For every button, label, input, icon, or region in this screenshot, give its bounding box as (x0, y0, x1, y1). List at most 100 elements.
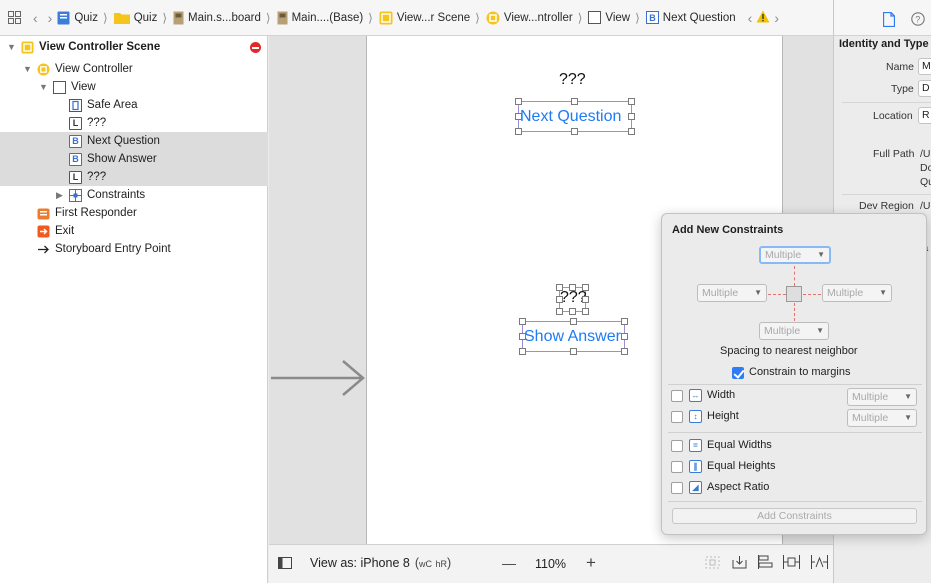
disclosure-open-icon[interactable]: ▼ (7, 42, 16, 52)
crumb-group[interactable]: Quiz (113, 11, 157, 24)
outline-item-view-controller[interactable]: ▼ View Controller (0, 60, 268, 78)
disclosure-closed-icon[interactable]: ▶ (56, 190, 63, 201)
update-frames-icon[interactable] (705, 556, 720, 569)
height-value-field[interactable]: Multiple ▼ (847, 409, 917, 427)
name-field[interactable]: M (918, 58, 931, 75)
full-path-line-2: Do (920, 162, 931, 174)
dropdown-arrow-icon[interactable]: ▼ (754, 285, 762, 301)
resize-handle[interactable] (515, 128, 522, 135)
identity-type-heading: Identity and Type (839, 38, 929, 50)
outline-item-view[interactable]: ▼ View (0, 78, 268, 96)
error-badge-icon[interactable] (250, 42, 261, 53)
question-label[interactable]: ??? (559, 71, 586, 89)
resolve-layout-issues-icon[interactable] (811, 555, 828, 569)
zoom-level[interactable]: 110% (535, 557, 566, 571)
resize-handle[interactable] (628, 113, 635, 120)
dropdown-arrow-icon[interactable]: ▼ (879, 285, 887, 301)
resize-handle[interactable] (621, 318, 628, 325)
dropdown-arrow-icon[interactable]: ▼ (904, 389, 912, 405)
resize-handle[interactable] (621, 348, 628, 355)
disclosure-open-icon[interactable]: ▼ (23, 64, 32, 74)
resize-handle[interactable] (515, 113, 522, 120)
resize-handle[interactable] (571, 98, 578, 105)
left-spacing-field[interactable]: Multiple ▼ (697, 284, 767, 302)
crumb-localization[interactable]: Main....(Base) (277, 11, 363, 25)
top-strut[interactable] (794, 266, 795, 286)
view-as-device[interactable]: View as: iPhone 8 (wC hR) (310, 556, 451, 570)
resize-handle[interactable] (519, 348, 526, 355)
stack-align-icon[interactable] (758, 555, 773, 569)
outline-item-entry-point[interactable]: Storyboard Entry Point (0, 240, 268, 258)
crumb-separator-icon: ⟩ (162, 10, 168, 25)
outline-item-label-bottom[interactable]: L ??? (0, 168, 268, 186)
dropdown-arrow-icon[interactable]: ▼ (816, 323, 824, 339)
right-spacing-field[interactable]: Multiple ▼ (822, 284, 892, 302)
bottom-strut[interactable] (794, 303, 795, 321)
quick-help-icon[interactable]: ? (911, 12, 925, 29)
warning-icon[interactable] (756, 10, 770, 26)
resize-handle[interactable] (570, 318, 577, 325)
height-checkbox[interactable] (671, 411, 683, 423)
resize-handle[interactable] (556, 284, 563, 291)
zoom-in-button[interactable]: + (586, 553, 596, 573)
top-spacing-field[interactable]: Multiple ▼ (759, 246, 831, 264)
equal-heights-checkbox[interactable] (671, 461, 683, 473)
resize-handle[interactable] (515, 98, 522, 105)
resize-handle[interactable] (519, 318, 526, 325)
resize-handle[interactable] (571, 128, 578, 135)
full-path-line-1: /U (920, 148, 931, 160)
dropdown-arrow-icon[interactable]: ▼ (817, 248, 825, 262)
back-arrow-icon[interactable]: ‹ (33, 10, 38, 26)
next-issue-icon[interactable]: › (774, 10, 779, 26)
crumb-view-controller[interactable]: View...ntroller (486, 11, 573, 25)
zoom-out-button[interactable]: — (502, 555, 516, 571)
add-new-constraints-icon[interactable] (783, 555, 800, 569)
resize-handle[interactable] (582, 284, 589, 291)
add-constraints-button[interactable]: Add Constraints (672, 508, 917, 524)
resize-handle[interactable] (519, 333, 526, 340)
crumb-view[interactable]: View (588, 11, 630, 24)
outline-item-first-responder[interactable]: First Responder (0, 204, 268, 222)
width-value-field[interactable]: Multiple ▼ (847, 388, 917, 406)
resize-handle[interactable] (628, 98, 635, 105)
equal-widths-checkbox[interactable] (671, 440, 683, 452)
outline-item-safe-area[interactable]: Safe Area (0, 96, 268, 114)
resize-handle[interactable] (570, 348, 577, 355)
crumb-project[interactable]: Quiz (57, 11, 98, 25)
disclosure-open-icon[interactable]: ▼ (39, 82, 48, 92)
previous-issue-icon[interactable]: ‹ (748, 10, 753, 26)
type-select[interactable]: D (918, 80, 931, 97)
bottom-spacing-field[interactable]: Multiple ▼ (759, 322, 829, 340)
right-strut[interactable] (803, 294, 821, 295)
constrain-margins-checkbox[interactable] (732, 367, 744, 379)
file-inspector-icon[interactable] (882, 11, 896, 30)
show-answer-button[interactable]: Show Answer (524, 328, 621, 346)
resize-handle[interactable] (582, 308, 589, 315)
outline-item-next-question[interactable]: B Next Question (0, 132, 268, 150)
toggle-outline-icon[interactable] (278, 557, 292, 569)
aspect-ratio-checkbox[interactable] (671, 482, 683, 494)
outline-item-exit[interactable]: Exit (0, 222, 268, 240)
crumb-storyboard[interactable]: Main.s...board (173, 11, 261, 25)
outline-item-constraints[interactable]: ▶ Constraints (0, 186, 268, 204)
outline-item-label-top[interactable]: L ??? (0, 114, 268, 132)
location-select[interactable]: R (918, 107, 931, 124)
dropdown-arrow-icon[interactable]: ▼ (904, 410, 912, 426)
crumb-scene[interactable]: View...r Scene (379, 11, 470, 25)
embed-in-icon[interactable] (732, 556, 747, 569)
forward-arrow-icon[interactable]: › (48, 10, 53, 26)
next-question-button[interactable]: Next Question (520, 108, 621, 126)
resize-handle[interactable] (621, 333, 628, 340)
resize-handle[interactable] (556, 296, 563, 303)
related-items-icon[interactable] (6, 10, 22, 26)
left-strut[interactable] (768, 294, 786, 295)
resize-handle[interactable] (569, 308, 576, 315)
outline-item-scene[interactable]: ▼ View Controller Scene (0, 38, 268, 56)
resize-handle[interactable] (569, 284, 576, 291)
resize-handle[interactable] (556, 308, 563, 315)
crumb-next-question[interactable]: B Next Question (645, 11, 736, 24)
resize-handle[interactable] (628, 128, 635, 135)
outline-item-show-answer[interactable]: B Show Answer (0, 150, 268, 168)
width-checkbox[interactable] (671, 390, 683, 402)
resize-handle[interactable] (582, 296, 589, 303)
